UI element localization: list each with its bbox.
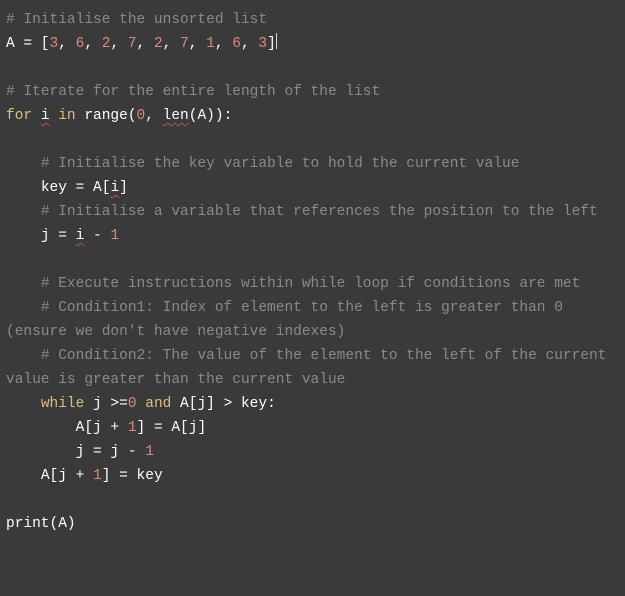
code-text: ] xyxy=(119,180,128,196)
variable-key: key xyxy=(41,180,67,196)
comment-line: # Initialise the unsorted list xyxy=(6,12,267,28)
code-text: j >= xyxy=(84,396,128,412)
code-text: j = j - xyxy=(76,444,146,460)
number-literal: 0 xyxy=(128,396,137,412)
code-text: ] xyxy=(267,36,276,52)
number-literal: 1 xyxy=(128,420,137,436)
keyword-while: while xyxy=(41,396,85,412)
code-text: , xyxy=(241,36,258,52)
comment-line: # Condition1: Index of element to the le… xyxy=(6,300,572,340)
code-text: (A)): xyxy=(189,108,233,124)
code-text: , xyxy=(58,36,75,52)
builtin-len: len xyxy=(163,108,189,124)
builtin-print: print xyxy=(6,516,50,532)
number-literal: 0 xyxy=(137,108,146,124)
code-text: , xyxy=(84,36,101,52)
number-literal: 1 xyxy=(206,36,215,52)
keyword-and: and xyxy=(145,396,171,412)
text-cursor xyxy=(276,33,277,49)
number-literal: 6 xyxy=(232,36,241,52)
comment-line: # Iterate for the entire length of the l… xyxy=(6,84,380,100)
code-text: , xyxy=(163,36,180,52)
code-text: - xyxy=(84,228,110,244)
code-text: = xyxy=(50,228,76,244)
comment-line: # Initialise a variable that references … xyxy=(41,204,598,220)
code-text: A[j] > key: xyxy=(171,396,275,412)
number-literal: 3 xyxy=(258,36,267,52)
code-text: A[j + xyxy=(76,420,128,436)
number-literal: 7 xyxy=(128,36,137,52)
variable-j: j xyxy=(41,228,50,244)
code-text: A[j + xyxy=(41,468,93,484)
number-literal: 2 xyxy=(154,36,163,52)
code-text: (A) xyxy=(50,516,76,532)
keyword-for: for xyxy=(6,108,32,124)
builtin-range: range xyxy=(84,108,128,124)
number-literal: 3 xyxy=(50,36,59,52)
code-text: , xyxy=(215,36,232,52)
code-text: , xyxy=(145,108,162,124)
variable-A: A xyxy=(6,36,15,52)
code-text: , xyxy=(137,36,154,52)
number-literal: 7 xyxy=(180,36,189,52)
comment-line: # Initialise the key variable to hold th… xyxy=(41,156,520,172)
code-text: = A[ xyxy=(67,180,111,196)
variable-i: i xyxy=(41,108,50,124)
code-text: ] = key xyxy=(102,468,163,484)
code-text: ] = A[j] xyxy=(137,420,207,436)
code-text: , xyxy=(189,36,206,52)
comment-line: # Execute instructions within while loop… xyxy=(41,276,581,292)
number-literal: 1 xyxy=(93,468,102,484)
code-editor[interactable]: # Initialise the unsorted list A = [3, 6… xyxy=(0,0,625,596)
keyword-in: in xyxy=(58,108,75,124)
comment-line: # Condition2: The value of the element t… xyxy=(6,348,615,388)
code-text: , xyxy=(110,36,127,52)
variable-i: i xyxy=(110,180,119,196)
number-literal: 1 xyxy=(145,444,154,460)
code-text: ( xyxy=(128,108,137,124)
code-text: = [ xyxy=(15,36,50,52)
number-literal: 1 xyxy=(110,228,119,244)
